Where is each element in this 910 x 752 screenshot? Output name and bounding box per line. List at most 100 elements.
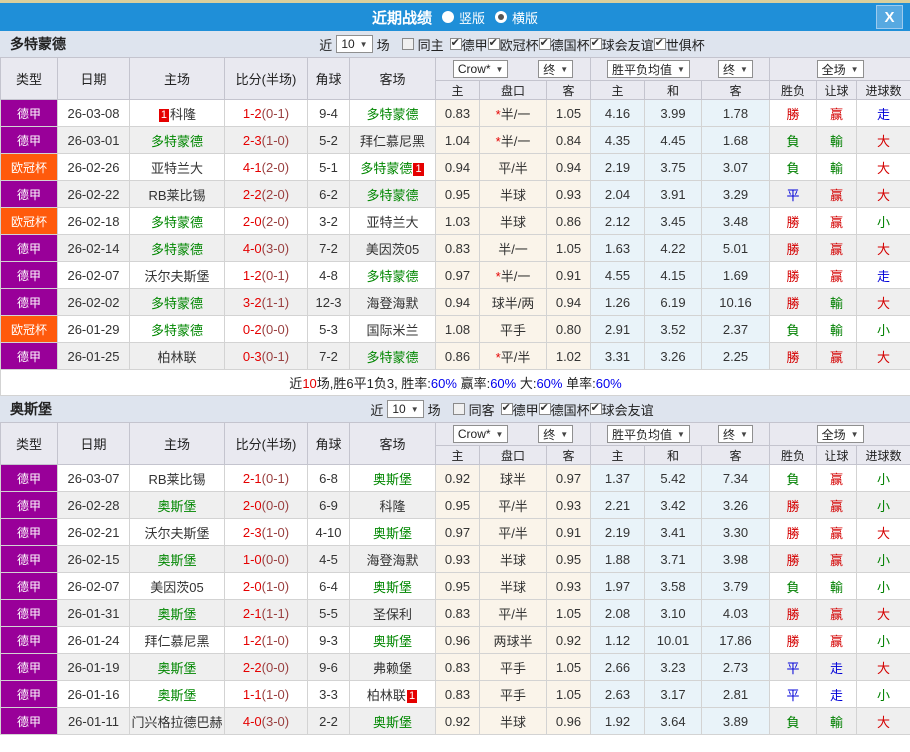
odds-final-select-value: 终 xyxy=(543,62,556,77)
odds-away: 1.05 xyxy=(546,599,591,627)
half-time-score: (0-1) xyxy=(261,348,290,364)
team-label: 多特蒙德 xyxy=(366,106,419,122)
league-filter[interactable]: 球会友谊 xyxy=(589,35,654,54)
same-venue-filter[interactable]: 同客 xyxy=(452,400,495,419)
odds-final-select[interactable]: 终 ▼ xyxy=(538,425,574,443)
match-row: 德甲 26-02-22 RB莱比锡 2-2(2-0) 6-2 多特蒙德 0.95… xyxy=(0,180,910,208)
result-goals: 小 xyxy=(856,626,910,654)
odds-handicap: 半球 xyxy=(479,572,547,600)
avg-final-select[interactable]: 终 ▼ xyxy=(718,425,753,443)
team-label: 柏林联 xyxy=(157,349,197,365)
match-row: 德甲 26-01-24 拜仁慕尼黑 1-2(1-0) 9-3 奥斯堡 0.96 … xyxy=(0,626,910,654)
league-filter-label: 球会友谊 xyxy=(601,37,654,53)
near-label: 近 xyxy=(370,402,384,418)
matches-tbody: 德甲 26-03-07 RB莱比锡 2-1(0-1) 6-8 奥斯堡 0.92 … xyxy=(0,464,910,735)
odds-home: 0.83 xyxy=(435,99,480,127)
odds-company-select[interactable]: Crow* ▼ xyxy=(452,425,509,443)
checkbox-icon[interactable] xyxy=(589,401,602,415)
recent-count-select[interactable]: 10 ▼ xyxy=(387,400,424,418)
result-group-header: 全场 ▼ xyxy=(769,57,910,81)
odds-away: 0.86 xyxy=(546,207,591,235)
odds-final-select[interactable]: 终 ▼ xyxy=(538,60,574,78)
radio-icon[interactable] xyxy=(441,11,454,23)
summary-part: 60% xyxy=(490,376,517,391)
layout-option-vertical[interactable]: 竖版 xyxy=(441,8,485,27)
odds-away: 1.02 xyxy=(546,342,591,370)
scope-select[interactable]: 全场 ▼ xyxy=(816,60,864,78)
result-handicap: 輸 xyxy=(816,153,858,181)
away-team: 奥斯堡 xyxy=(349,518,436,546)
odds-away: 0.93 xyxy=(546,180,591,208)
checkbox-icon[interactable] xyxy=(500,401,513,415)
close-button[interactable]: X xyxy=(876,5,903,29)
avg-home: 1.97 xyxy=(590,572,645,600)
odds-company-select-value: Crow* xyxy=(457,62,491,76)
sub-col-header: 主 xyxy=(435,445,480,465)
checkbox-icon[interactable] xyxy=(452,403,465,415)
half-time-score: (3-0) xyxy=(261,240,290,256)
avg-away: 2.73 xyxy=(700,653,771,681)
full-time-score: 1-0 xyxy=(242,551,262,567)
league-filter[interactable]: 欧冠杯 xyxy=(487,35,539,54)
result-handicap: 輸 xyxy=(816,707,858,735)
checkbox-icon[interactable] xyxy=(401,38,414,50)
odds-company-select[interactable]: Crow* ▼ xyxy=(452,60,509,78)
odds-home: 0.97 xyxy=(435,261,480,289)
radio-icon[interactable] xyxy=(495,11,507,23)
full-time-score: 2-1 xyxy=(242,605,262,621)
avg-away: 3.29 xyxy=(700,180,771,208)
avg-draw: 3.41 xyxy=(644,518,702,546)
result-goals: 小 xyxy=(856,545,910,573)
result-handicap: 赢 xyxy=(816,99,858,127)
odds-company-select-value: Crow* xyxy=(457,427,491,441)
score-cell: 0-3(0-1) xyxy=(224,342,308,370)
avg-final-select[interactable]: 终 ▼ xyxy=(718,60,753,78)
avg-select[interactable]: 胜平负均值 ▼ xyxy=(607,60,690,78)
away-team: 亚特兰大 xyxy=(349,207,436,235)
league-badge: 德甲 xyxy=(0,572,58,600)
checkbox-icon[interactable] xyxy=(538,36,551,50)
recent-count-select[interactable]: 10 ▼ xyxy=(336,35,373,53)
sub-col-header: 让球 xyxy=(816,445,858,465)
team-label: 多特蒙德 xyxy=(366,187,419,203)
checkbox-icon[interactable] xyxy=(653,36,666,50)
avg-select[interactable]: 胜平负均值 ▼ xyxy=(607,425,690,443)
layout-option-horizontal[interactable]: 横版 xyxy=(495,8,538,27)
league-filter-label: 球会友谊 xyxy=(601,402,654,418)
odds-handicap: 平/半 xyxy=(479,599,547,627)
full-time-score: 1-2 xyxy=(242,267,262,283)
league-filter[interactable]: 德国杯 xyxy=(538,400,590,419)
checkbox-icon[interactable] xyxy=(538,401,551,415)
odds-home: 0.97 xyxy=(435,518,480,546)
league-filter[interactable]: 世俱杯 xyxy=(653,35,705,54)
full-time-score: 0-3 xyxy=(242,348,262,364)
home-team: 美因茨05 xyxy=(129,572,225,600)
corner-score: 4-10 xyxy=(307,518,350,546)
odds-away: 1.05 xyxy=(546,680,591,708)
checkbox-icon[interactable] xyxy=(449,36,462,50)
team-label: 奥斯堡 xyxy=(157,552,197,568)
same-venue-filter[interactable]: 同主 xyxy=(401,35,444,54)
team-label: 海登海默 xyxy=(366,295,419,311)
league-filter[interactable]: 球会友谊 xyxy=(589,400,654,419)
result-winlose: 負 xyxy=(769,572,818,600)
checkbox-icon[interactable] xyxy=(589,36,602,50)
scope-select[interactable]: 全场 ▼ xyxy=(816,425,864,443)
odds-home: 0.86 xyxy=(435,342,480,370)
league-badge: 德甲 xyxy=(0,653,58,681)
corner-score: 6-9 xyxy=(307,491,350,519)
score-cell: 2-3(1-0) xyxy=(224,518,308,546)
summary-part: 60% xyxy=(595,376,622,391)
avg-draw: 4.22 xyxy=(644,234,702,262)
half-time-score: (1-0) xyxy=(261,524,290,540)
result-handicap: 赢 xyxy=(816,342,858,370)
league-filter[interactable]: 德甲 xyxy=(500,400,539,419)
odds-away: 0.80 xyxy=(546,315,591,343)
league-filter[interactable]: 德甲 xyxy=(449,35,488,54)
checkbox-icon[interactable] xyxy=(487,36,500,50)
match-row: 德甲 26-02-28 奥斯堡 2-0(0-0) 6-9 科隆 0.95 平/半… xyxy=(0,491,910,519)
league-filter[interactable]: 德国杯 xyxy=(538,35,590,54)
odds-home: 0.95 xyxy=(435,491,480,519)
league-badge: 德甲 xyxy=(0,288,58,316)
team-label: 奥斯堡 xyxy=(157,660,197,676)
